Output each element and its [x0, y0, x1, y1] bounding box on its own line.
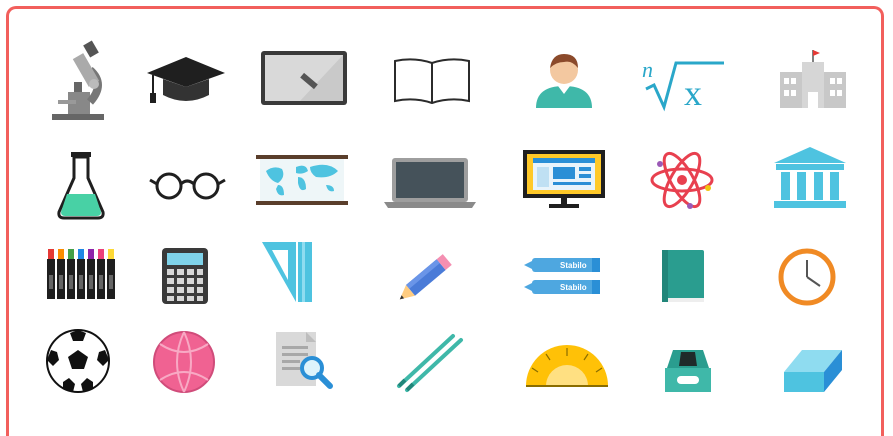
highlighter-bottom-brand: Stabilo	[560, 283, 587, 292]
root-radicand: x	[684, 73, 702, 113]
flask-icon	[55, 150, 107, 220]
pencil-icon	[398, 250, 458, 304]
eraser-icon	[780, 348, 844, 394]
document-search-icon	[272, 330, 336, 390]
pencils-pair-icon	[395, 332, 463, 392]
microscope-icon	[50, 40, 110, 122]
atom-icon	[650, 150, 714, 210]
markers-set-icon	[45, 245, 117, 301]
protractor-icon	[524, 345, 610, 388]
nth-root-symbol-icon: n x	[640, 55, 725, 113]
root-index: n	[642, 57, 653, 82]
soccer-ball-icon	[45, 328, 111, 394]
set-square-ruler-icon	[262, 240, 318, 304]
world-map-board-icon	[256, 155, 348, 207]
whiteboard-icon	[260, 50, 348, 106]
wall-clock-icon	[778, 248, 836, 306]
eyeglasses-icon	[149, 170, 226, 200]
museum-building-icon	[772, 145, 848, 209]
school-building-icon	[778, 48, 848, 108]
highlighter-markers-icon: Stabilo Stabilo	[522, 256, 604, 298]
laptop-icon	[384, 158, 476, 210]
closed-book-icon	[660, 250, 706, 304]
open-book-icon	[392, 57, 472, 105]
pencil-sharpener-icon	[663, 348, 713, 394]
computer-monitor-icon	[523, 150, 605, 210]
basketball-icon	[152, 330, 216, 394]
student-avatar-icon	[532, 50, 596, 110]
highlighter-top-brand: Stabilo	[560, 261, 587, 270]
calculator-icon	[162, 248, 208, 304]
graduation-cap-icon	[145, 55, 227, 105]
